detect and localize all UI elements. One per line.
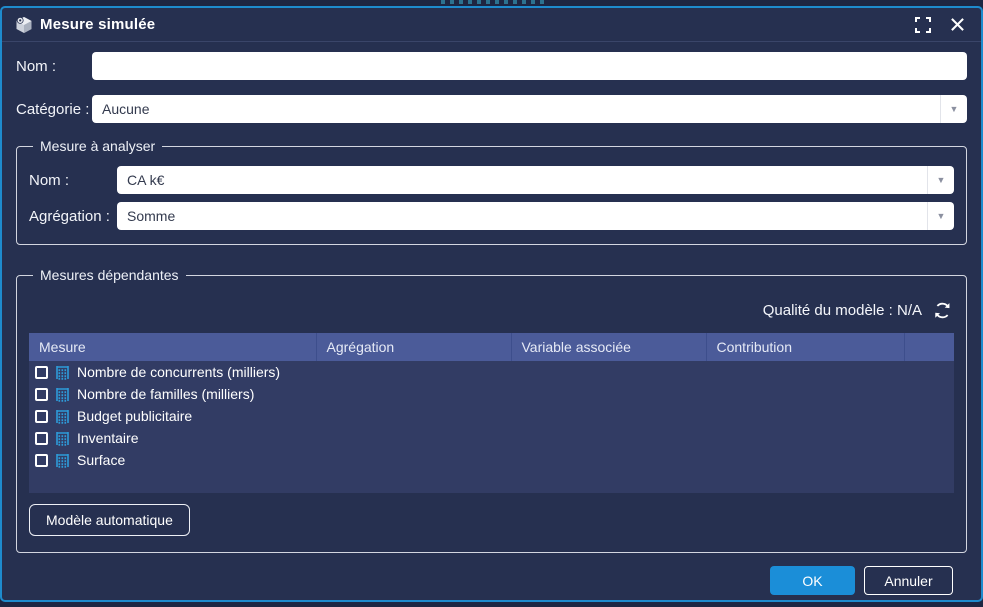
cell-variable: [511, 449, 706, 471]
column-header-contribution[interactable]: Contribution: [706, 333, 904, 361]
aggregation-selected-value: Somme: [117, 208, 927, 224]
measure-name-label: Nom :: [29, 172, 117, 189]
abacus-measure-icon: [55, 365, 70, 380]
measure-name-dropdown[interactable]: CA k€ ▼: [117, 166, 954, 194]
abacus-measure-icon: [55, 387, 70, 402]
ok-button[interactable]: OK: [770, 566, 855, 595]
category-dropdown-arrow-box[interactable]: ▼: [940, 95, 967, 123]
measure-name-dropdown-arrow-box[interactable]: ▼: [927, 166, 954, 194]
cell-aggregation: [316, 361, 511, 383]
auto-model-button[interactable]: Modèle automatique: [29, 504, 190, 536]
column-header-empty: [904, 333, 954, 361]
cell-empty: [904, 427, 954, 449]
dialog-title: Mesure simulée: [40, 16, 155, 33]
measure-label: Budget publicitaire: [77, 408, 192, 424]
aggregation-row: Agrégation : Somme ▼: [29, 202, 954, 230]
dependent-measures-group: Mesures dépendantes Qualité du modèle : …: [16, 267, 967, 553]
cell-empty: [904, 361, 954, 383]
measure-label: Nombre de concurrents (milliers): [77, 364, 280, 380]
cell-variable: [511, 405, 706, 427]
model-quality-row: Qualité du modèle : N/A: [29, 301, 952, 320]
row-checkbox[interactable]: [35, 388, 48, 401]
cell-contribution: [706, 405, 904, 427]
cell-empty: [904, 405, 954, 427]
row-checkbox[interactable]: [35, 454, 48, 467]
cell-empty: [904, 449, 954, 471]
category-label: Catégorie :: [16, 101, 92, 118]
name-input[interactable]: [92, 52, 967, 80]
aggregation-label: Agrégation :: [29, 208, 117, 225]
model-quality-label: Qualité du modèle : N/A: [763, 302, 922, 319]
abacus-measure-icon: [55, 453, 70, 468]
cancel-button[interactable]: Annuler: [864, 566, 953, 595]
table-row[interactable]: Surface: [29, 449, 954, 471]
column-header-measure[interactable]: Mesure: [29, 333, 316, 361]
measure-to-analyze-legend: Mesure à analyser: [33, 138, 162, 154]
dependent-measures-table: Mesure Agrégation Variable associée Cont…: [29, 333, 954, 493]
maximize-icon[interactable]: [913, 15, 933, 35]
background-app-remnant: [441, 0, 547, 4]
measure-label: Surface: [77, 452, 125, 468]
row-checkbox[interactable]: [35, 432, 48, 445]
chevron-down-icon: ▼: [937, 212, 946, 221]
close-icon[interactable]: [947, 15, 967, 35]
table-row[interactable]: Nombre de familles (milliers): [29, 383, 954, 405]
chevron-down-icon: ▼: [950, 105, 959, 114]
row-checkbox[interactable]: [35, 366, 48, 379]
cell-aggregation: [316, 383, 511, 405]
column-header-aggregation[interactable]: Agrégation: [316, 333, 511, 361]
cell-variable: [511, 383, 706, 405]
measure-label: Inventaire: [77, 430, 138, 446]
cell-contribution: [706, 449, 904, 471]
dialog-content: Nom : Catégorie : Aucune ▼ Mesure à anal…: [2, 42, 981, 607]
table-filler: [29, 471, 954, 493]
cell-aggregation: [316, 449, 511, 471]
aggregation-dropdown-arrow-box[interactable]: ▼: [927, 202, 954, 230]
cell-aggregation: [316, 405, 511, 427]
cell-contribution: [706, 427, 904, 449]
table-row[interactable]: Nombre de concurrents (milliers): [29, 361, 954, 383]
mesure-simulee-dialog: Mesure simulée Nom : Catégorie : Aucune …: [0, 6, 983, 602]
name-label: Nom :: [16, 58, 92, 75]
cell-aggregation: [316, 427, 511, 449]
simulation-cube-icon: [14, 15, 34, 35]
abacus-measure-icon: [55, 409, 70, 424]
column-header-variable[interactable]: Variable associée: [511, 333, 706, 361]
measure-label: Nombre de familles (milliers): [77, 386, 254, 402]
cell-empty: [904, 383, 954, 405]
table-row[interactable]: Inventaire: [29, 427, 954, 449]
cell-variable: [511, 361, 706, 383]
measure-name-row: Nom : CA k€ ▼: [29, 166, 954, 194]
row-checkbox[interactable]: [35, 410, 48, 423]
aggregation-dropdown[interactable]: Somme ▼: [117, 202, 954, 230]
measure-name-selected-value: CA k€: [117, 172, 927, 188]
dependent-measures-legend: Mesures dépendantes: [33, 267, 186, 283]
chevron-down-icon: ▼: [937, 176, 946, 185]
cell-contribution: [706, 361, 904, 383]
table-header-row: Mesure Agrégation Variable associée Cont…: [29, 333, 954, 361]
cell-contribution: [706, 383, 904, 405]
cell-variable: [511, 427, 706, 449]
dialog-footer: OK Annuler: [16, 553, 967, 607]
category-dropdown[interactable]: Aucune ▼: [92, 95, 967, 123]
refresh-icon[interactable]: [933, 301, 952, 320]
dialog-titlebar: Mesure simulée: [2, 8, 981, 42]
abacus-measure-icon: [55, 431, 70, 446]
table-row[interactable]: Budget publicitaire: [29, 405, 954, 427]
name-row: Nom :: [16, 52, 967, 80]
category-selected-value: Aucune: [92, 101, 940, 117]
category-row: Catégorie : Aucune ▼: [16, 95, 967, 123]
measure-to-analyze-group: Mesure à analyser Nom : CA k€ ▼ Agrégati…: [16, 138, 967, 245]
